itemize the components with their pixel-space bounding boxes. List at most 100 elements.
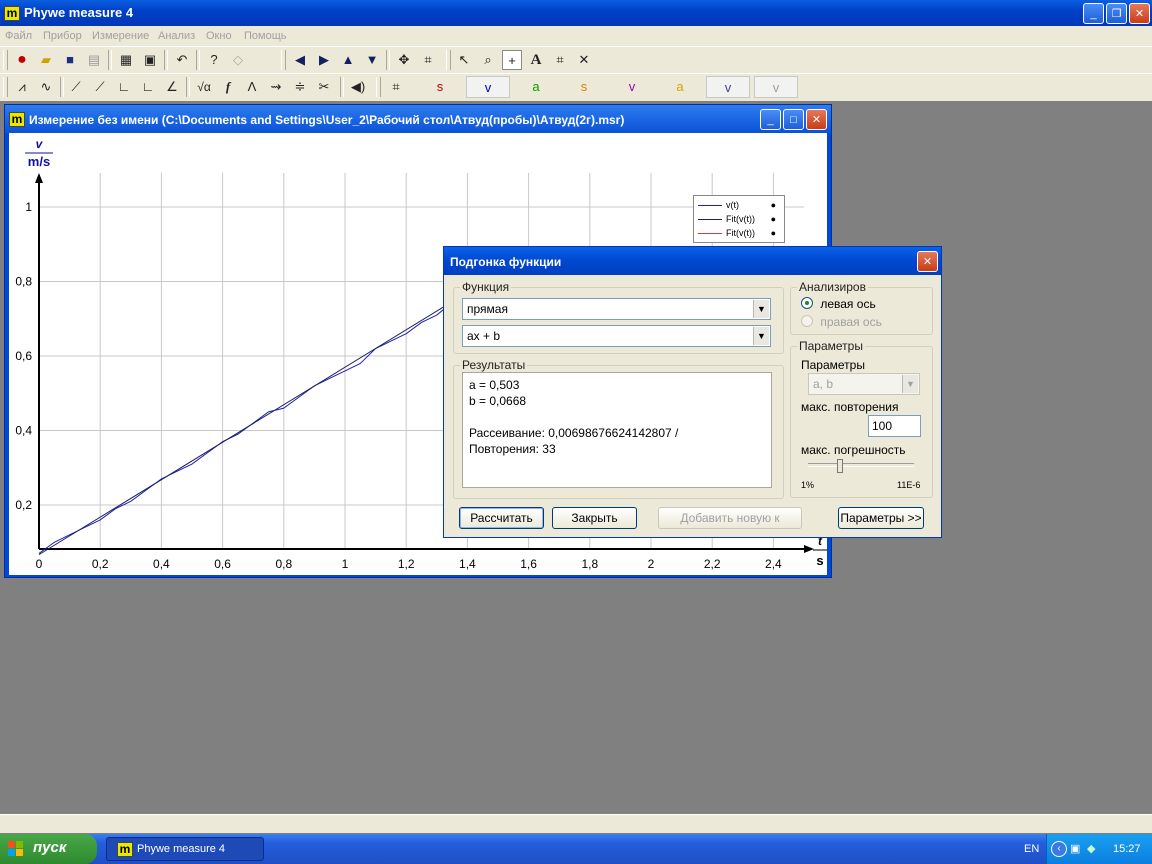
filter-icon[interactable]: ≑ xyxy=(290,77,310,97)
right-axis-radio[interactable]: правая ось xyxy=(801,315,882,329)
y-tick-label: 0,8 xyxy=(15,275,32,289)
y-tick-label: 0,2 xyxy=(15,498,32,512)
chart-decay-icon[interactable]: ∟ xyxy=(138,77,158,97)
chart-slope-icon[interactable]: ∠ xyxy=(162,77,182,97)
minimize-button[interactable]: _ xyxy=(1083,3,1104,24)
menu-window[interactable]: Окно xyxy=(206,30,232,42)
results-text-area[interactable]: a = 0,503 b = 0,0668 Рассеивание: 0,0069… xyxy=(462,372,772,488)
channel-a-button[interactable]: a xyxy=(514,76,558,98)
channel-v-button[interactable]: v xyxy=(466,76,510,98)
crosshair-icon[interactable]: + xyxy=(502,50,522,70)
zoom-icon[interactable]: ⌕ xyxy=(478,50,498,70)
menu-help[interactable]: Помощь xyxy=(244,30,287,42)
language-indicator[interactable]: EN xyxy=(1024,843,1039,855)
record-icon[interactable]: ● xyxy=(12,50,32,70)
toolbar-grip xyxy=(376,77,381,97)
chart-fit-icon[interactable]: ⟋ xyxy=(90,77,110,97)
add-new-button[interactable]: Добавить новую к xyxy=(658,507,802,529)
close-button[interactable]: ✕ xyxy=(1129,3,1150,24)
channel-v-button[interactable]: v xyxy=(706,76,750,98)
menu-analysis[interactable]: Анализ xyxy=(158,30,195,42)
taskbar-app-button[interactable]: m Phywe measure 4 xyxy=(106,837,264,861)
channel-v-button[interactable]: v xyxy=(610,76,654,98)
max-iter-input[interactable]: 100 xyxy=(868,415,921,437)
params-select[interactable]: a, b ▼ xyxy=(808,373,920,395)
menu-measure[interactable]: Измерение xyxy=(92,30,149,42)
calculate-button[interactable]: Рассчитать xyxy=(459,507,544,529)
channel-manager-icon[interactable]: ⌗ xyxy=(386,77,406,97)
dialog-close-button[interactable]: ✕ xyxy=(917,251,938,272)
menu-device[interactable]: Прибор xyxy=(43,30,82,42)
pointer-icon[interactable]: ↖ xyxy=(454,50,474,70)
dialog-title-bar: Подгонка функции ✕ xyxy=(444,247,941,275)
function-formula-select[interactable]: ax + b ▼ xyxy=(462,325,771,347)
start-button[interactable]: пуск xyxy=(0,834,97,864)
chart-peak-icon[interactable]: ⩘ xyxy=(12,77,32,97)
windows-logo-icon xyxy=(8,841,24,857)
status-bar xyxy=(0,814,1152,833)
x-tick-label: 0,6 xyxy=(214,557,231,571)
restore-button[interactable]: ❐ xyxy=(1106,3,1127,24)
tangent-icon[interactable]: ✕ xyxy=(574,50,594,70)
arrow-right-icon[interactable]: ▶ xyxy=(314,50,334,70)
move-icon[interactable]: ✥ xyxy=(394,50,414,70)
child-minimize-button[interactable]: _ xyxy=(760,109,781,130)
channel-a-button[interactable]: a xyxy=(658,76,702,98)
clock: 15:27 xyxy=(1113,843,1141,855)
result-a: a = 0,503 xyxy=(469,378,520,392)
function-type-select[interactable]: прямая ▼ xyxy=(462,298,771,320)
x-axis-unit: s xyxy=(816,553,823,568)
autoscale-icon[interactable]: ⌗ xyxy=(418,50,438,70)
eraser-icon[interactable]: ◇ xyxy=(228,50,248,70)
system-tray: ‹ ▣ ◆ 15:27 xyxy=(1046,834,1152,864)
arrow-down-icon[interactable]: ▼ xyxy=(362,50,382,70)
separator xyxy=(340,77,344,97)
child-close-button[interactable]: ✕ xyxy=(806,109,827,130)
channel-s-button[interactable]: s xyxy=(562,76,606,98)
x-tick-label: 0,8 xyxy=(275,557,292,571)
measurement-window-title: Измерение без имени (C:\Documents and Se… xyxy=(29,113,625,127)
chart-integral-icon[interactable]: ∟ xyxy=(114,77,134,97)
legend-swatch xyxy=(698,205,722,207)
undo-icon[interactable]: ↶ xyxy=(172,50,192,70)
chart-rise-icon[interactable]: ⟋ xyxy=(66,77,86,97)
open-folder-icon[interactable]: ▰ xyxy=(36,50,56,70)
save-icon[interactable]: ■ xyxy=(60,50,80,70)
legend-label: Fit(v(t)) xyxy=(726,228,755,238)
image-icon[interactable]: ▣ xyxy=(140,50,160,70)
help-icon[interactable]: ? xyxy=(204,50,224,70)
x-tick-label: 0,4 xyxy=(153,557,170,571)
table-icon[interactable]: ▦ xyxy=(116,50,136,70)
function-icon[interactable]: f xyxy=(218,77,238,97)
arrow-left-icon[interactable]: ◀ xyxy=(290,50,310,70)
chevron-down-icon[interactable]: ▼ xyxy=(902,375,918,393)
close-dialog-button[interactable]: Закрыть xyxy=(552,507,637,529)
slider-thumb[interactable] xyxy=(837,459,843,473)
child-maximize-button[interactable]: □ xyxy=(783,109,804,130)
dialog-title: Подгонка функции xyxy=(450,255,562,269)
chart-lambda-icon[interactable]: Λ xyxy=(242,77,262,97)
channel-v-button[interactable]: v xyxy=(754,76,798,98)
legend-dot-icon: ● xyxy=(770,214,776,224)
sqrt-icon[interactable]: √α xyxy=(194,77,214,97)
chevron-down-icon[interactable]: ▼ xyxy=(753,327,769,345)
text-icon[interactable]: A xyxy=(526,50,546,70)
slider-track[interactable] xyxy=(808,463,914,467)
x-tick-label: 2 xyxy=(648,557,655,571)
menu-file[interactable]: Файл xyxy=(5,30,32,42)
grid-icon[interactable]: ⌗ xyxy=(550,50,570,70)
cut-icon[interactable]: ✂ xyxy=(314,77,334,97)
parameters-toggle-button[interactable]: Параметры >> xyxy=(838,507,924,529)
x-tick-label: 1,8 xyxy=(581,557,598,571)
channel-s-button[interactable]: s xyxy=(418,76,462,98)
chevron-down-icon[interactable]: ▼ xyxy=(753,300,769,318)
network-icon[interactable]: ▣ xyxy=(1070,842,1080,855)
sound-icon[interactable]: ◀) xyxy=(348,77,368,97)
print-icon[interactable]: ▤ xyxy=(84,50,104,70)
arrow-up-icon[interactable]: ▲ xyxy=(338,50,358,70)
tray-expand-icon[interactable]: ‹ xyxy=(1051,841,1067,857)
chart-wave-icon[interactable]: ∿ xyxy=(36,77,56,97)
smooth-icon[interactable]: ⇝ xyxy=(266,77,286,97)
security-icon[interactable]: ◆ xyxy=(1087,842,1095,855)
left-axis-radio[interactable]: левая ось xyxy=(801,297,876,311)
